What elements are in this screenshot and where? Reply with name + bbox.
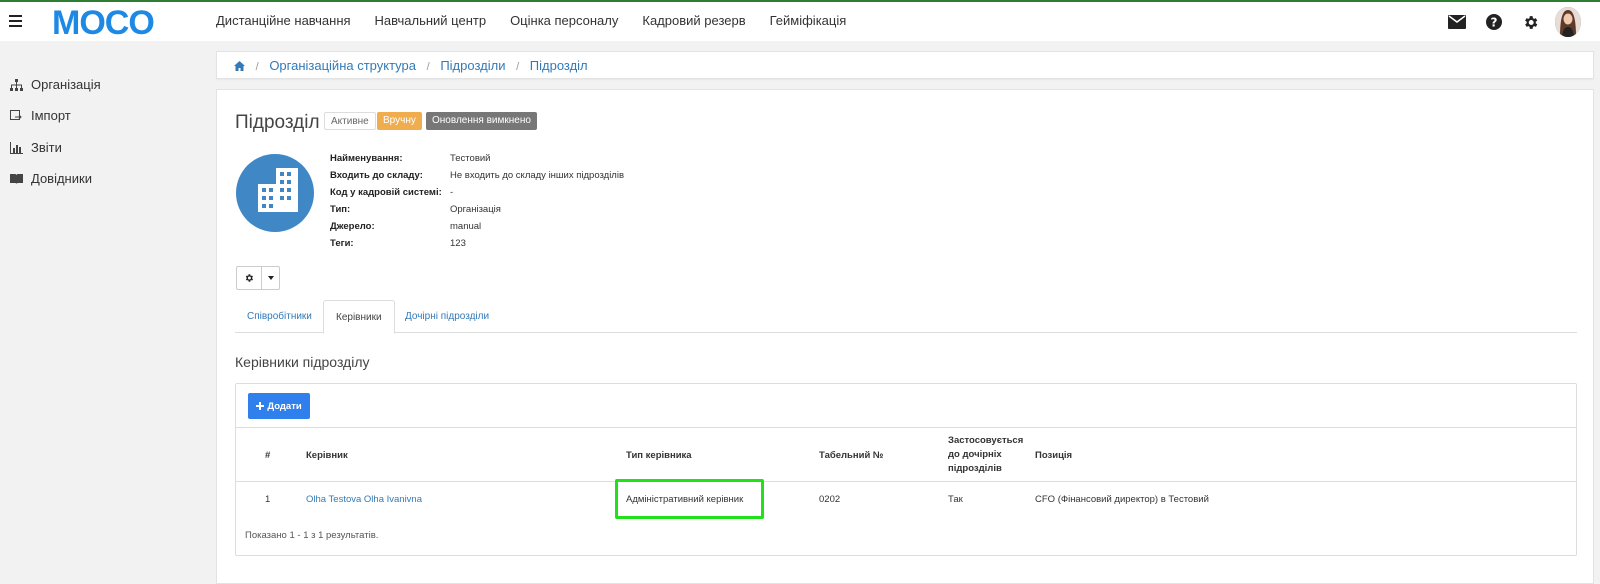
col-header-type[interactable]: Тип керівника: [626, 449, 692, 463]
svg-text:?: ?: [1490, 16, 1497, 30]
cell-manager: Olha Testova Olha Ivanivna: [306, 494, 422, 505]
tab-child-units[interactable]: Дочірні підрозділи: [393, 300, 501, 333]
info-row-parent: Входить до складу: Не входить до складу і…: [330, 170, 625, 181]
sidebar-item-directories[interactable]: Довідники: [10, 171, 92, 186]
cell-position: CFO (Фінансовий директор) в Тестовий: [1035, 494, 1209, 505]
info-row-hr-code: Код у кадровій системі: -: [330, 187, 454, 198]
sidebar-item-reports[interactable]: Звіти: [10, 140, 62, 155]
caret-down-icon: [267, 276, 274, 280]
top-navbar: MOCO Дистанційне навчання Навчальний цен…: [0, 0, 1600, 41]
add-manager-button[interactable]: Додати: [248, 393, 310, 419]
tab-managers[interactable]: Керівники: [323, 300, 395, 334]
breadcrumb-unit[interactable]: Підрозділ: [530, 58, 588, 73]
col-header-manager[interactable]: Керівник: [306, 449, 348, 463]
breadcrumb-units[interactable]: Підрозділи: [440, 58, 505, 73]
page-title: Підрозділ: [235, 112, 320, 133]
actions-caret-button[interactable]: [262, 266, 280, 290]
sidebar-item-organization[interactable]: Організація: [10, 77, 101, 92]
results-summary: Показано 1 - 1 з 1 результатів.: [245, 530, 379, 541]
menu-toggle-icon[interactable]: [9, 15, 22, 27]
updates-disabled-badge: Оновлення вимкнено: [426, 112, 537, 130]
gear-icon: [245, 274, 253, 282]
col-header-applies[interactable]: Застосовується до дочірніх підрозділів: [948, 434, 1023, 476]
chart-icon: [10, 141, 23, 154]
sidebar: Організація Імпорт Звіти Довідники: [0, 41, 212, 584]
unit-tabs: Співробітники Керівники Дочірні підрозді…: [235, 300, 1577, 334]
sidebar-item-label: Імпорт: [31, 108, 71, 123]
actions-gear-button[interactable]: [236, 266, 262, 290]
book-icon: [10, 173, 23, 184]
source-badge-manual: Вручну: [377, 112, 422, 130]
building-icon: [236, 154, 314, 232]
sidebar-item-label: Довідники: [31, 171, 92, 186]
status-badge-active: Активне: [324, 112, 376, 130]
sidebar-item-label: Звіти: [31, 140, 62, 155]
nav-personnel-assessment[interactable]: Оцінка персоналу: [510, 13, 618, 28]
nav-training-center[interactable]: Навчальний центр: [375, 13, 487, 28]
mail-icon[interactable]: [1438, 8, 1475, 36]
managers-table: Додати # Керівник Тип керівника Табельни…: [235, 383, 1577, 556]
manager-link[interactable]: Olha Testova Olha Ivanivna: [306, 494, 422, 505]
unit-panel: Підрозділ Активне Вручну Оновлення вимкн…: [216, 89, 1594, 584]
nav-distance-learning[interactable]: Дистанційне навчання: [216, 13, 351, 28]
col-header-num: #: [265, 450, 271, 461]
main-nav: Дистанційне навчання Навчальний центр Оц…: [216, 13, 870, 28]
import-icon: [10, 109, 22, 120]
add-button-label: Додати: [267, 400, 302, 412]
nav-gamification[interactable]: Гейміфікація: [770, 13, 847, 28]
table-header: # Керівник Тип керівника Табельний № Зас…: [236, 427, 1576, 482]
nav-talent-pool[interactable]: Кадровий резерв: [642, 13, 745, 28]
breadcrumb: / Організаційна структура / Підрозділи /…: [216, 51, 1594, 79]
col-header-position[interactable]: Позиція: [1035, 449, 1072, 463]
moco-logo[interactable]: MOCO: [52, 5, 177, 39]
breadcrumb-org-structure[interactable]: Організаційна структура: [269, 58, 416, 73]
plus-icon: [256, 402, 265, 410]
cell-applies: Так: [948, 494, 963, 505]
actions-dropdown: [236, 266, 280, 290]
gear-icon[interactable]: [1512, 8, 1549, 36]
svg-text:MOCO: MOCO: [52, 5, 154, 39]
section-title: Керівники підрозділу: [235, 354, 370, 370]
info-row-source: Джерело: manual: [330, 221, 482, 232]
cell-tab-no: 0202: [819, 494, 841, 505]
highlight-box: [615, 479, 764, 519]
cell-num: 1: [265, 494, 271, 505]
info-row-type: Тип: Організація: [330, 204, 501, 215]
user-avatar[interactable]: [1549, 7, 1586, 37]
home-icon[interactable]: [234, 61, 245, 71]
info-row-name: Найменування: Тестовий: [330, 153, 491, 164]
info-row-tags: Теги: 123: [330, 238, 466, 249]
table-row: 1 Olha Testova Olha Ivanivna Адміністрат…: [236, 483, 1576, 516]
col-header-tab-no[interactable]: Табельний №: [819, 449, 884, 463]
org-tree-icon: [10, 78, 23, 91]
sidebar-item-import[interactable]: Імпорт: [10, 108, 71, 123]
unit-info: Найменування: Тестовий Входить до складу:…: [330, 153, 624, 255]
sidebar-item-label: Організація: [31, 77, 101, 92]
help-icon[interactable]: ?: [1475, 8, 1512, 36]
tab-employees[interactable]: Співробітники: [235, 300, 324, 333]
